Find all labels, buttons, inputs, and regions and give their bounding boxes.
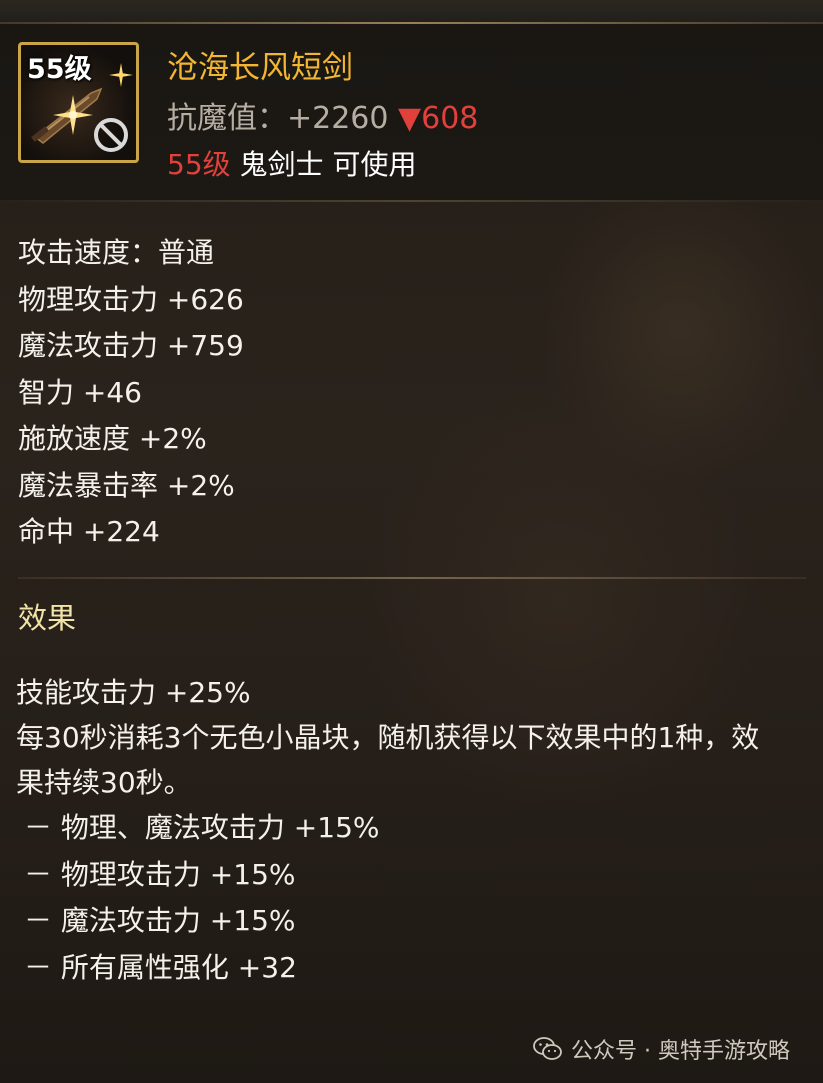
sparkle-icon <box>109 63 133 87</box>
stat-line: 攻击速度：普通 <box>18 236 215 269</box>
resist-diff: ▼608 <box>398 101 479 136</box>
effect-title: 效果 <box>18 601 77 635</box>
requirement-row: 55级 鬼剑士 可使用 <box>167 143 416 183</box>
wechat-icon <box>533 1037 562 1060</box>
effect-option: － 物理攻击力 +15% <box>24 857 296 891</box>
effect-line: 每30秒消耗3个无色小晶块，随机获得以下效果中的1种，效 <box>16 721 760 754</box>
effect-line: 果持续30秒。 <box>16 766 192 799</box>
resist-row: 抗魔值：+2260 ▼608 <box>167 93 478 137</box>
resist-value: +2260 <box>287 101 389 136</box>
sparkle-icon <box>53 95 93 135</box>
icon-level-label: 55级 <box>27 54 92 85</box>
watermark: 公众号 · 奥特手游攻略 <box>533 1033 790 1065</box>
effect-option: － 魔法攻击力 +15% <box>24 904 296 937</box>
no-entry-icon <box>94 118 128 152</box>
required-class: 鬼剑士 可使用 <box>239 148 417 181</box>
item-name: 沧海长风短剑 <box>167 50 353 86</box>
top-strip <box>0 0 823 22</box>
item-icon-slot[interactable]: 55级 <box>18 42 139 163</box>
effect-line: 技能攻击力 +25% <box>16 676 251 709</box>
stat-line: 魔法暴击率 +2% <box>18 468 235 502</box>
stat-line: 施放速度 +2% <box>18 422 207 455</box>
effect-option: － 物理、魔法攻击力 +15% <box>24 811 380 844</box>
effect-list: 技能攻击力 +25% 每30秒消耗3个无色小晶块，随机获得以下效果中的1种，效 … <box>16 670 806 991</box>
stat-line: 魔法攻击力 +759 <box>18 329 244 362</box>
effect-option: － 所有属性强化 +32 <box>24 950 297 984</box>
stat-line: 物理攻击力 +626 <box>18 282 244 316</box>
item-tooltip: 55级 沧海长风短剑 抗魔值：+2260 ▼608 55级 鬼剑士 可使用 攻击… <box>0 0 823 1083</box>
stat-list: 攻击速度：普通 物理攻击力 +626 魔法攻击力 +759 智力 +46 施放速… <box>18 230 244 556</box>
watermark-text: 公众号 · 奥特手游攻略 <box>571 1039 790 1064</box>
section-divider <box>18 577 806 579</box>
stat-line: 命中 +224 <box>18 515 160 548</box>
required-level: 55级 <box>167 148 231 181</box>
resist-label: 抗魔值： <box>167 101 287 136</box>
header-divider <box>0 200 823 202</box>
stat-line: 智力 +46 <box>18 375 142 409</box>
